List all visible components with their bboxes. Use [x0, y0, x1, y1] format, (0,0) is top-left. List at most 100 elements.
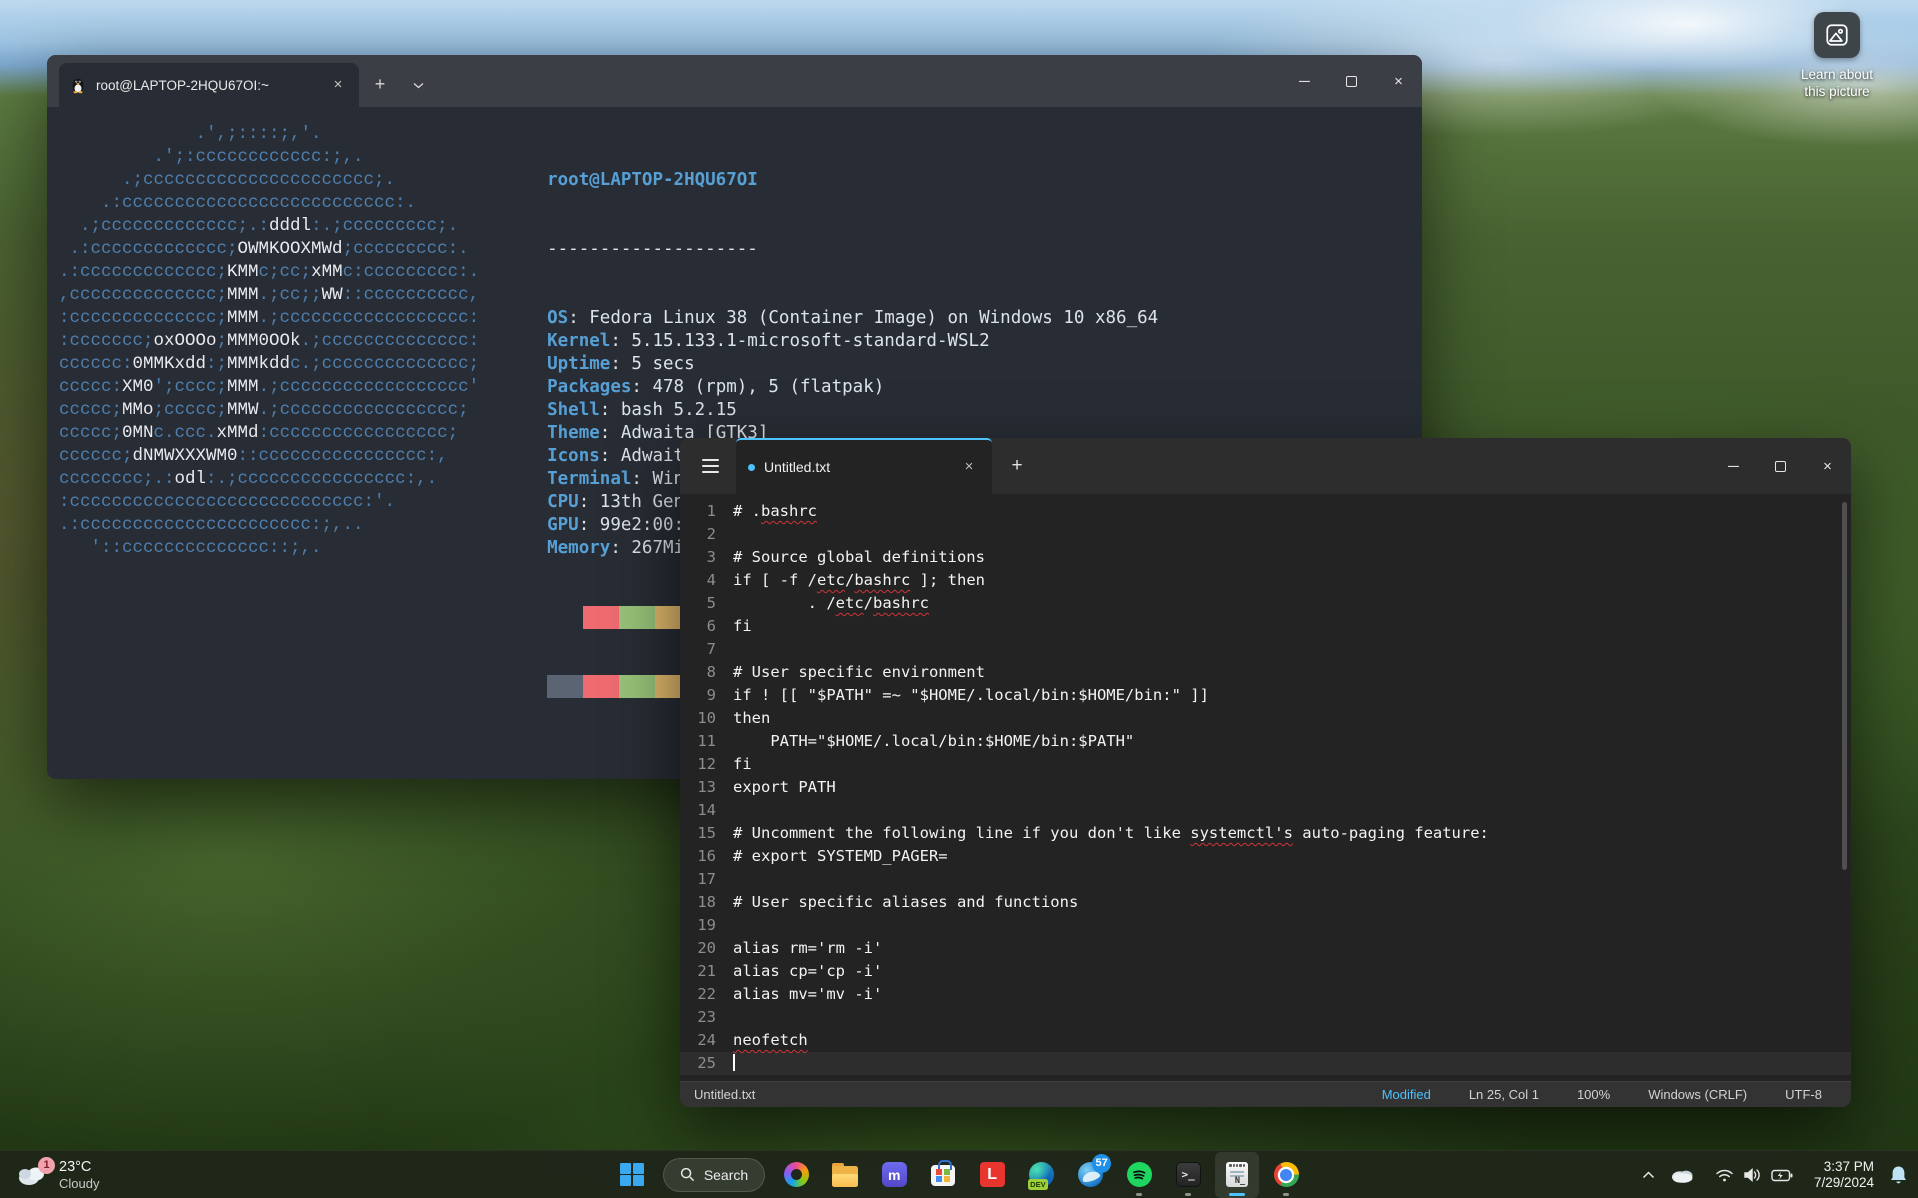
neofetch-ascii-art: .',;::::;,'. .';:cccccccccccc:;,. .;cccc… — [59, 123, 479, 560]
editor-line: 1# .bashrc — [680, 500, 1851, 523]
wifi-icon — [1715, 1168, 1734, 1183]
status-cursor-position[interactable]: Ln 25, Col 1 — [1450, 1087, 1558, 1102]
notepad-tab[interactable]: Untitled.txt × — [736, 438, 992, 494]
taskbar-item-mastodon[interactable]: m — [872, 1152, 916, 1198]
tray-quick-settings[interactable] — [1709, 1163, 1799, 1187]
notepad-window: Untitled.txt × + ─ × 1# .bashrc23# Sourc… — [680, 438, 1851, 1107]
terminal-titlebar[interactable]: root@LAPTOP-2HQU67OI:~ × + ─ × — [47, 55, 1422, 107]
windows-logo-icon — [620, 1163, 643, 1186]
taskbar-item-thunderbird[interactable]: 57 — [1068, 1152, 1112, 1198]
editor-line: 17 — [680, 868, 1851, 891]
edge-dev-icon: DEV — [1029, 1162, 1054, 1187]
editor-line: 16# export SYSTEMD_PAGER= — [680, 845, 1851, 868]
status-zoom-level[interactable]: 100% — [1558, 1087, 1629, 1102]
notepad-close-button[interactable]: × — [1804, 438, 1851, 494]
status-modified-badge: Modified — [1363, 1087, 1450, 1102]
editor-line: 19 — [680, 914, 1851, 937]
terminal-tab-title: root@LAPTOP-2HQU67OI:~ — [96, 78, 318, 93]
editor-line: 10then — [680, 707, 1851, 730]
edge-dev-badge: DEV — [1028, 1179, 1048, 1190]
editor-line: 14 — [680, 799, 1851, 822]
neofetch-separator: -------------------- — [547, 238, 1169, 261]
running-indicator — [1185, 1193, 1191, 1196]
terminal-minimize-button[interactable]: ─ — [1281, 55, 1328, 107]
editor-line: 2 — [680, 523, 1851, 546]
editor-line: 20alias rm='rm -i' — [680, 937, 1851, 960]
notepad-tab-close-icon[interactable]: × — [958, 456, 980, 478]
clock-date: 7/29/2024 — [1814, 1175, 1874, 1191]
taskbar-item-edge-dev[interactable]: DEV — [1019, 1152, 1063, 1198]
notepad-scrollbar-thumb[interactable] — [1842, 502, 1847, 870]
weather-widget[interactable]: 1 23°C Cloudy — [6, 1151, 109, 1198]
text-cursor — [733, 1054, 735, 1071]
editor-line: 15# Uncomment the following line if you … — [680, 822, 1851, 845]
terminal-tab-dropdown-button[interactable] — [403, 70, 433, 100]
picture-icon[interactable] — [1814, 12, 1860, 58]
neofetch-row: Packages: 478 (rpm), 5 (flatpak) — [547, 376, 1169, 399]
search-icon — [680, 1167, 695, 1182]
chrome-icon — [1274, 1162, 1299, 1187]
search-box[interactable]: Search — [663, 1158, 765, 1192]
onedrive-icon[interactable] — [1670, 1167, 1694, 1183]
taskbar-item-chrome[interactable] — [1264, 1152, 1308, 1198]
neofetch-title: root@LAPTOP-2HQU67OI — [547, 169, 1169, 192]
maximize-icon — [1346, 76, 1357, 87]
editor-line: 23 — [680, 1006, 1851, 1029]
learn-about-picture-widget[interactable]: Learn about this picture — [1778, 12, 1896, 100]
tray-clock[interactable]: 3:37 PM 7/29/2024 — [1814, 1159, 1874, 1191]
editor-line: 12fi — [680, 753, 1851, 776]
taskbar-item-windows-terminal[interactable]: >_ — [1166, 1152, 1210, 1198]
terminal-tab-close-icon[interactable]: × — [327, 74, 349, 96]
taskbar-item-notepad[interactable]: N_ — [1215, 1152, 1259, 1198]
microsoft-store-icon — [931, 1165, 955, 1186]
neofetch-row: Kernel: 5.15.133.1-microsoft-standard-WS… — [547, 330, 1169, 353]
unsaved-changes-dot-icon — [748, 464, 755, 471]
editor-line: 9if ! [[ "$PATH" =~ "$HOME/.local/bin:$H… — [680, 684, 1851, 707]
notepad-minimize-button[interactable]: ─ — [1710, 438, 1757, 494]
weather-temperature: 23°C — [59, 1159, 99, 1176]
status-filename: Untitled.txt — [694, 1087, 755, 1102]
notepad-tab-title: Untitled.txt — [764, 459, 949, 475]
tray-chevron-up-icon[interactable] — [1642, 1171, 1655, 1179]
taskbar-item-l-app[interactable]: L — [970, 1152, 1014, 1198]
maximize-icon — [1775, 461, 1786, 472]
neofetch-row: OS: Fedora Linux 38 (Container Image) on… — [547, 307, 1169, 330]
notepad-icon: N_ — [1226, 1162, 1248, 1187]
hamburger-menu-icon[interactable] — [690, 449, 730, 483]
editor-line: 13export PATH — [680, 776, 1851, 799]
taskbar-item-spotify[interactable] — [1117, 1152, 1161, 1198]
editor-line: 6fi — [680, 615, 1851, 638]
editor-line: 4if [ -f /etc/bashrc ]; then — [680, 569, 1851, 592]
spotify-icon — [1127, 1162, 1152, 1187]
taskbar-item-file-explorer[interactable] — [823, 1152, 867, 1198]
notepad-editor[interactable]: 1# .bashrc23# Source global definitions4… — [680, 494, 1851, 1081]
learn-label-line1: Learn about — [1778, 66, 1896, 83]
clock-time: 3:37 PM — [1814, 1159, 1874, 1175]
status-line-endings[interactable]: Windows (CRLF) — [1629, 1087, 1766, 1102]
editor-line: 8# User specific environment — [680, 661, 1851, 684]
notepad-maximize-button[interactable] — [1757, 438, 1804, 494]
terminal-tab[interactable]: root@LAPTOP-2HQU67OI:~ × — [59, 63, 359, 107]
search-label: Search — [704, 1167, 748, 1183]
terminal-close-button[interactable]: × — [1375, 55, 1422, 107]
terminal-maximize-button[interactable] — [1328, 55, 1375, 107]
start-button[interactable] — [610, 1152, 654, 1198]
learn-label-line2: this picture — [1778, 83, 1896, 100]
editor-line: 21alias cp='cp -i' — [680, 960, 1851, 983]
taskbar-item-copilot[interactable] — [774, 1152, 818, 1198]
copilot-icon — [784, 1162, 809, 1187]
editor-line: 18# User specific aliases and functions — [680, 891, 1851, 914]
notification-bell-icon[interactable] — [1889, 1165, 1908, 1185]
terminal-new-tab-button[interactable]: + — [365, 70, 395, 100]
battery-charging-icon — [1771, 1169, 1793, 1182]
taskbar-item-microsoft-store[interactable] — [921, 1152, 965, 1198]
volume-icon — [1743, 1167, 1762, 1183]
notepad-new-tab-button[interactable]: + — [1000, 450, 1034, 482]
status-encoding[interactable]: UTF-8 — [1766, 1087, 1841, 1102]
notepad-titlebar[interactable]: Untitled.txt × + ─ × — [680, 438, 1851, 494]
editor-line: 3# Source global definitions — [680, 546, 1851, 569]
running-indicator — [1283, 1193, 1289, 1196]
editor-line: 5 . /etc/bashrc — [680, 592, 1851, 615]
neofetch-row: Uptime: 5 secs — [547, 353, 1169, 376]
neofetch-row: Shell: bash 5.2.15 — [547, 399, 1169, 422]
